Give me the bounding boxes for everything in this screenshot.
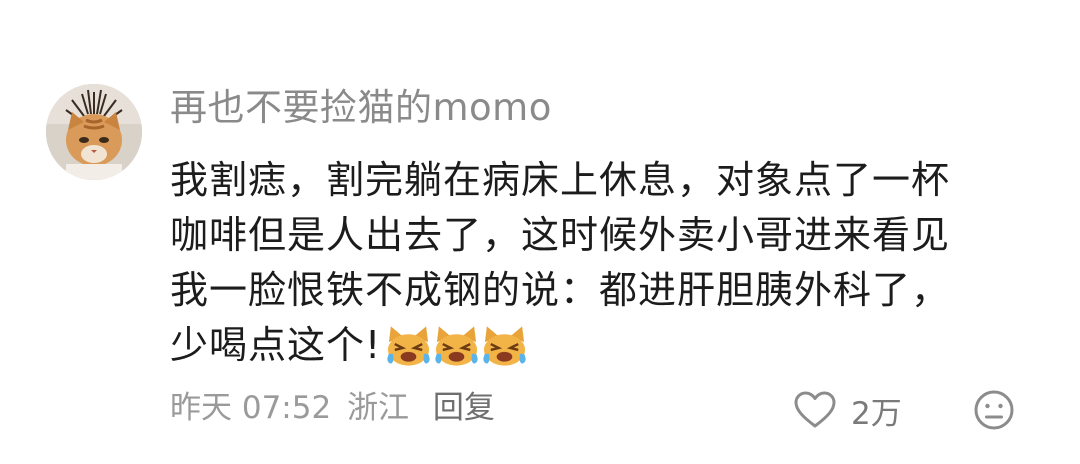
dislike-button[interactable] bbox=[972, 388, 1016, 432]
comment-content: 我割痣，割完躺在病床上休息，对象点了一杯 咖啡但是人出去了，这时候外卖小哥进来看… bbox=[170, 153, 1050, 375]
comment-timestamp: 昨天 07:52 bbox=[170, 390, 332, 426]
comment-username[interactable]: 再也不要捡猫的momo bbox=[170, 84, 552, 132]
like-button[interactable]: 2万 bbox=[793, 388, 902, 432]
comment-line-last: 少喝点这个! bbox=[170, 318, 1050, 375]
comment-location: 浙江 bbox=[347, 390, 410, 426]
emoji-group bbox=[385, 316, 529, 371]
comment-item: 再也不要捡猫的momo 我割痣，割完躺在病床上休息，对象点了一杯 咖啡但是人出去… bbox=[0, 0, 1080, 464]
comment-line-text: 少喝点这个! bbox=[170, 323, 382, 367]
like-count: 2万 bbox=[851, 395, 902, 432]
reply-button[interactable]: 回复 bbox=[433, 390, 495, 426]
crying-cat-emoji bbox=[483, 325, 526, 366]
cat-avatar-image bbox=[46, 84, 142, 180]
avatar[interactable] bbox=[46, 84, 142, 180]
crying-cat-emoji bbox=[435, 325, 478, 366]
comment-meta: 昨天 07:52 浙江 回复 bbox=[170, 386, 501, 430]
comment-line: 咖啡但是人出去了，这时候外卖小哥进来看见 bbox=[170, 213, 951, 257]
comment-line: 我一脸恨铁不成钢的说：都进肝胆胰外科了， bbox=[170, 268, 951, 312]
crying-cat-emoji bbox=[387, 325, 430, 366]
frown-face-icon bbox=[974, 390, 1014, 430]
comment-line: 我割痣，割完躺在病床上休息，对象点了一杯 bbox=[170, 158, 951, 202]
heart-icon bbox=[794, 391, 836, 428]
